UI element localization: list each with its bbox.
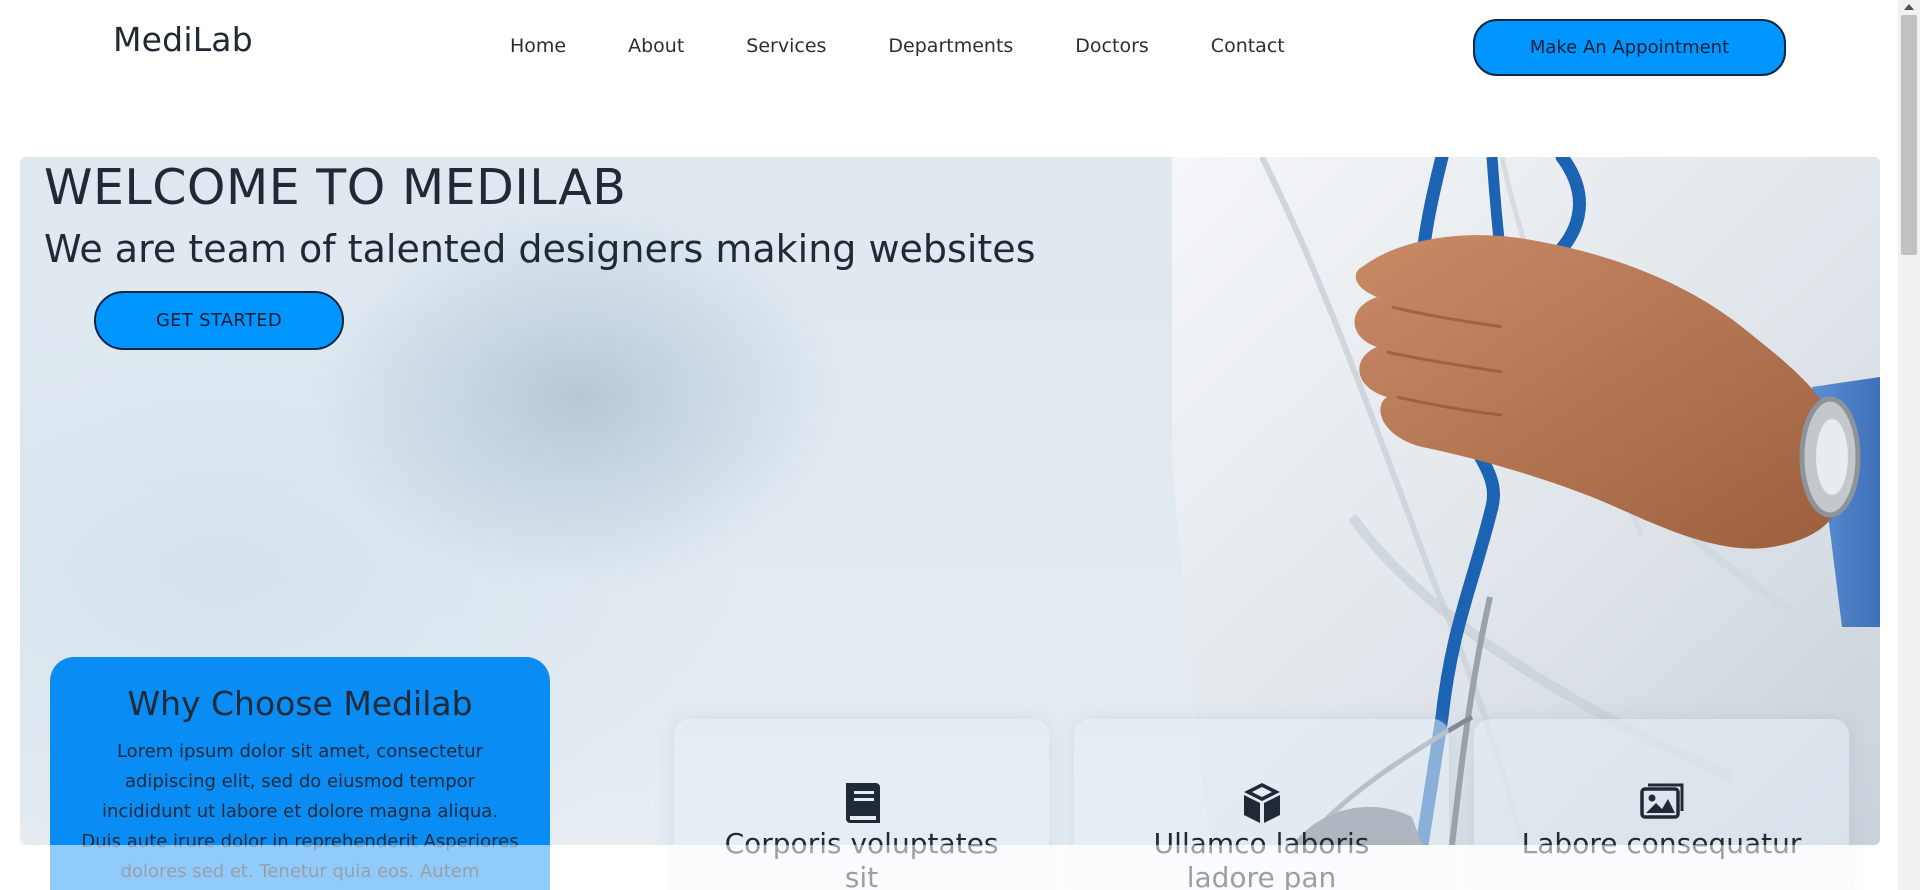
icon-card[interactable]: Labore consequatur (1474, 719, 1849, 890)
book-icon (845, 783, 880, 823)
nav-link-departments[interactable]: Departments (888, 35, 1013, 57)
nav-link-contact[interactable]: Contact (1211, 35, 1285, 57)
make-appointment-button[interactable]: Make An Appointment (1473, 19, 1786, 76)
page-scrollbar[interactable] (1898, 0, 1920, 890)
main-nav: Home About Services Departments Doctors … (510, 35, 1347, 57)
why-choose-text: Lorem ipsum dolor sit amet, consectetur … (81, 741, 519, 882)
nav-link-about[interactable]: About (628, 35, 684, 57)
card-title: Labore consequatur (1521, 827, 1802, 860)
why-choose-title: Why Choose Medilab (127, 684, 473, 723)
card-title: Corporis voluptates sit (724, 827, 999, 890)
card-title: Ullamco laboris ladore pan (1153, 827, 1370, 890)
why-choose-box: Why Choose Medilab Lorem ipsum dolor sit… (50, 657, 550, 890)
cube-icon (1243, 783, 1280, 823)
nav-link-home[interactable]: Home (510, 35, 566, 57)
images-icon (1639, 783, 1683, 819)
navbar: MediLab Home About Services Departments … (0, 0, 1898, 95)
nav-link-doctors[interactable]: Doctors (1075, 35, 1149, 57)
scroll-up-arrow-icon[interactable] (1904, 4, 1914, 10)
hero-title: WELCOME TO MEDILAB (44, 159, 627, 216)
icon-card[interactable]: Ullamco laboris ladore pan (1074, 719, 1449, 890)
get-started-button[interactable]: GET STARTED (94, 291, 344, 350)
icon-card[interactable]: Corporis voluptates sit (674, 719, 1049, 890)
nav-link-services[interactable]: Services (746, 35, 826, 57)
brand-logo[interactable]: MediLab (113, 20, 253, 59)
scroll-thumb[interactable] (1901, 15, 1917, 255)
hero-subtitle: We are team of talented designers making… (44, 227, 1036, 271)
